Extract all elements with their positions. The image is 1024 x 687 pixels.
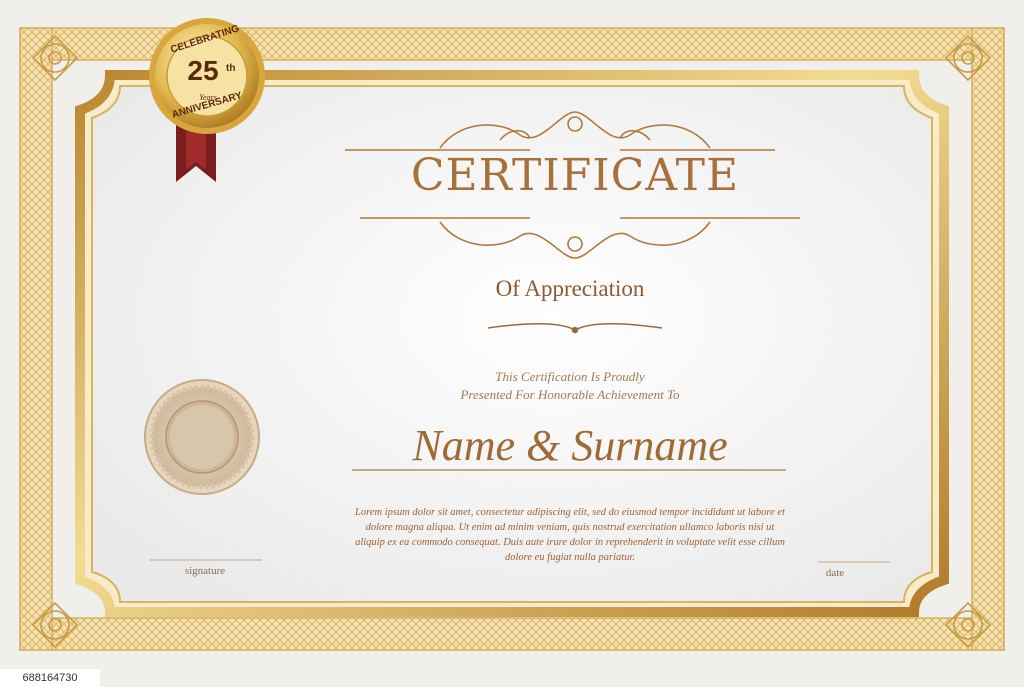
certificate-title: CERTIFICATE [410,150,740,201]
certificate-subtitle: Of Appreciation [495,276,645,301]
presented-line-2: Presented For Honorable Achievement To [460,387,680,402]
seal-icon [144,379,260,495]
badge-number: 25 [187,55,219,86]
badge-suffix: th [226,63,236,74]
certificate-body-text: Lorem ipsum dolor sit amet, consectetur … [355,507,785,563]
presented-text: This Certification Is Proudly Presented … [380,368,760,404]
presented-line-1: This Certification Is Proudly [495,369,645,384]
certificate-art [0,0,1024,687]
recipient-name: Name & Surname [412,421,728,470]
stock-id-label: 688164730 [0,669,100,687]
signature-label: signature [184,565,226,577]
certificate-canvas: CELEBRATING 25 th Years ANNIVERSARY CERT… [0,0,1024,687]
date-label: date [825,567,845,579]
